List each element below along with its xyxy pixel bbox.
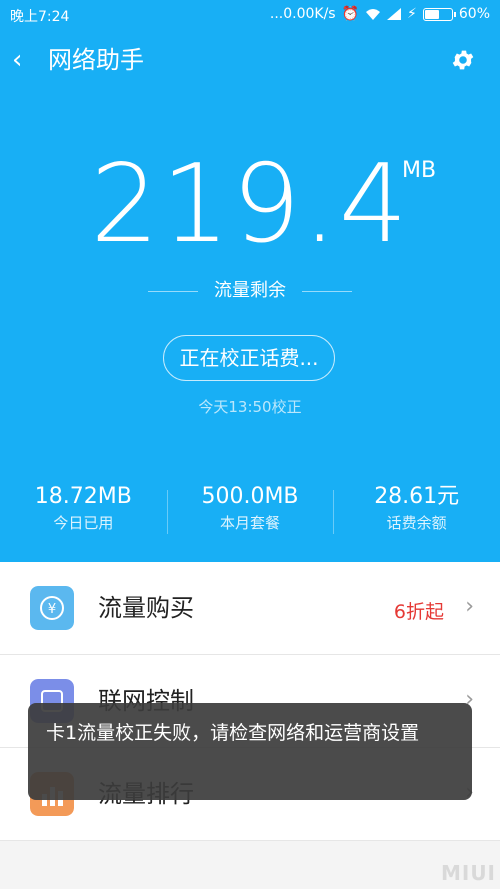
- stat-value: 18.72MB: [34, 484, 132, 509]
- list-item-data-purchase[interactable]: ¥ 流量购买 6折起 ›: [0, 562, 500, 655]
- yuan-icon: ¥: [30, 586, 74, 630]
- stat-value: 500.0MB: [201, 484, 299, 509]
- battery-icon: [422, 7, 456, 21]
- stat-label: 话费余额: [386, 514, 447, 532]
- stat-label: 今日已用: [53, 514, 114, 532]
- signal-icon: [387, 8, 402, 20]
- stat-label: 本月套餐: [220, 514, 281, 532]
- stat-balance: 28.61元 话费余额: [333, 482, 500, 542]
- header-panel: 晚上7:24 ...0.00K/s ⏰ ⚡ 60% ‹ 网络助手 219.4 M…: [0, 0, 500, 562]
- battery-fill: [424, 9, 440, 19]
- battery-percent: 60%: [458, 6, 490, 22]
- data-remaining-label: 流量剩余: [214, 280, 286, 301]
- charging-icon: ⚡: [407, 6, 417, 22]
- alarm-icon: ⏰: [341, 6, 360, 22]
- divider-line: [302, 290, 352, 292]
- calibrate-button[interactable]: 正在校正话费...: [163, 335, 335, 381]
- data-remaining-label-row: 流量剩余: [0, 276, 500, 302]
- page-title: 网络助手: [48, 46, 144, 74]
- status-time: 晚上7:24: [10, 9, 70, 25]
- calibration-time: 今天13:50校正: [198, 398, 302, 416]
- gear-icon[interactable]: [450, 47, 476, 73]
- stats-row: 18.72MB 今日已用 500.0MB 本月套餐 28.61元 话费余额: [0, 482, 500, 542]
- svg-text:¥: ¥: [48, 602, 56, 617]
- back-icon[interactable]: ‹: [12, 44, 22, 76]
- nav-bar: ‹ 网络助手: [0, 38, 500, 82]
- stat-monthly-plan: 500.0MB 本月套餐: [166, 482, 334, 542]
- chevron-right-icon: ›: [465, 594, 474, 619]
- data-remaining-unit: MB: [402, 158, 437, 183]
- discount-badge: 6折起: [393, 601, 444, 623]
- status-right: ...0.00K/s ⏰ ⚡ 60%: [270, 6, 490, 22]
- divider-line: [148, 290, 198, 292]
- miui-watermark: MIUI: [440, 861, 496, 885]
- status-bar: 晚上7:24 ...0.00K/s ⏰ ⚡ 60%: [0, 0, 500, 28]
- toast-message: 卡1流量校正失败，请检查网络和运营商设置: [28, 703, 472, 800]
- stat-value: 28.61元: [374, 484, 460, 509]
- list-item-label: 流量购买: [98, 594, 194, 622]
- wifi-icon: [366, 8, 381, 20]
- network-speed: ...0.00K/s: [269, 6, 336, 22]
- stat-today-used: 18.72MB 今日已用: [0, 482, 167, 542]
